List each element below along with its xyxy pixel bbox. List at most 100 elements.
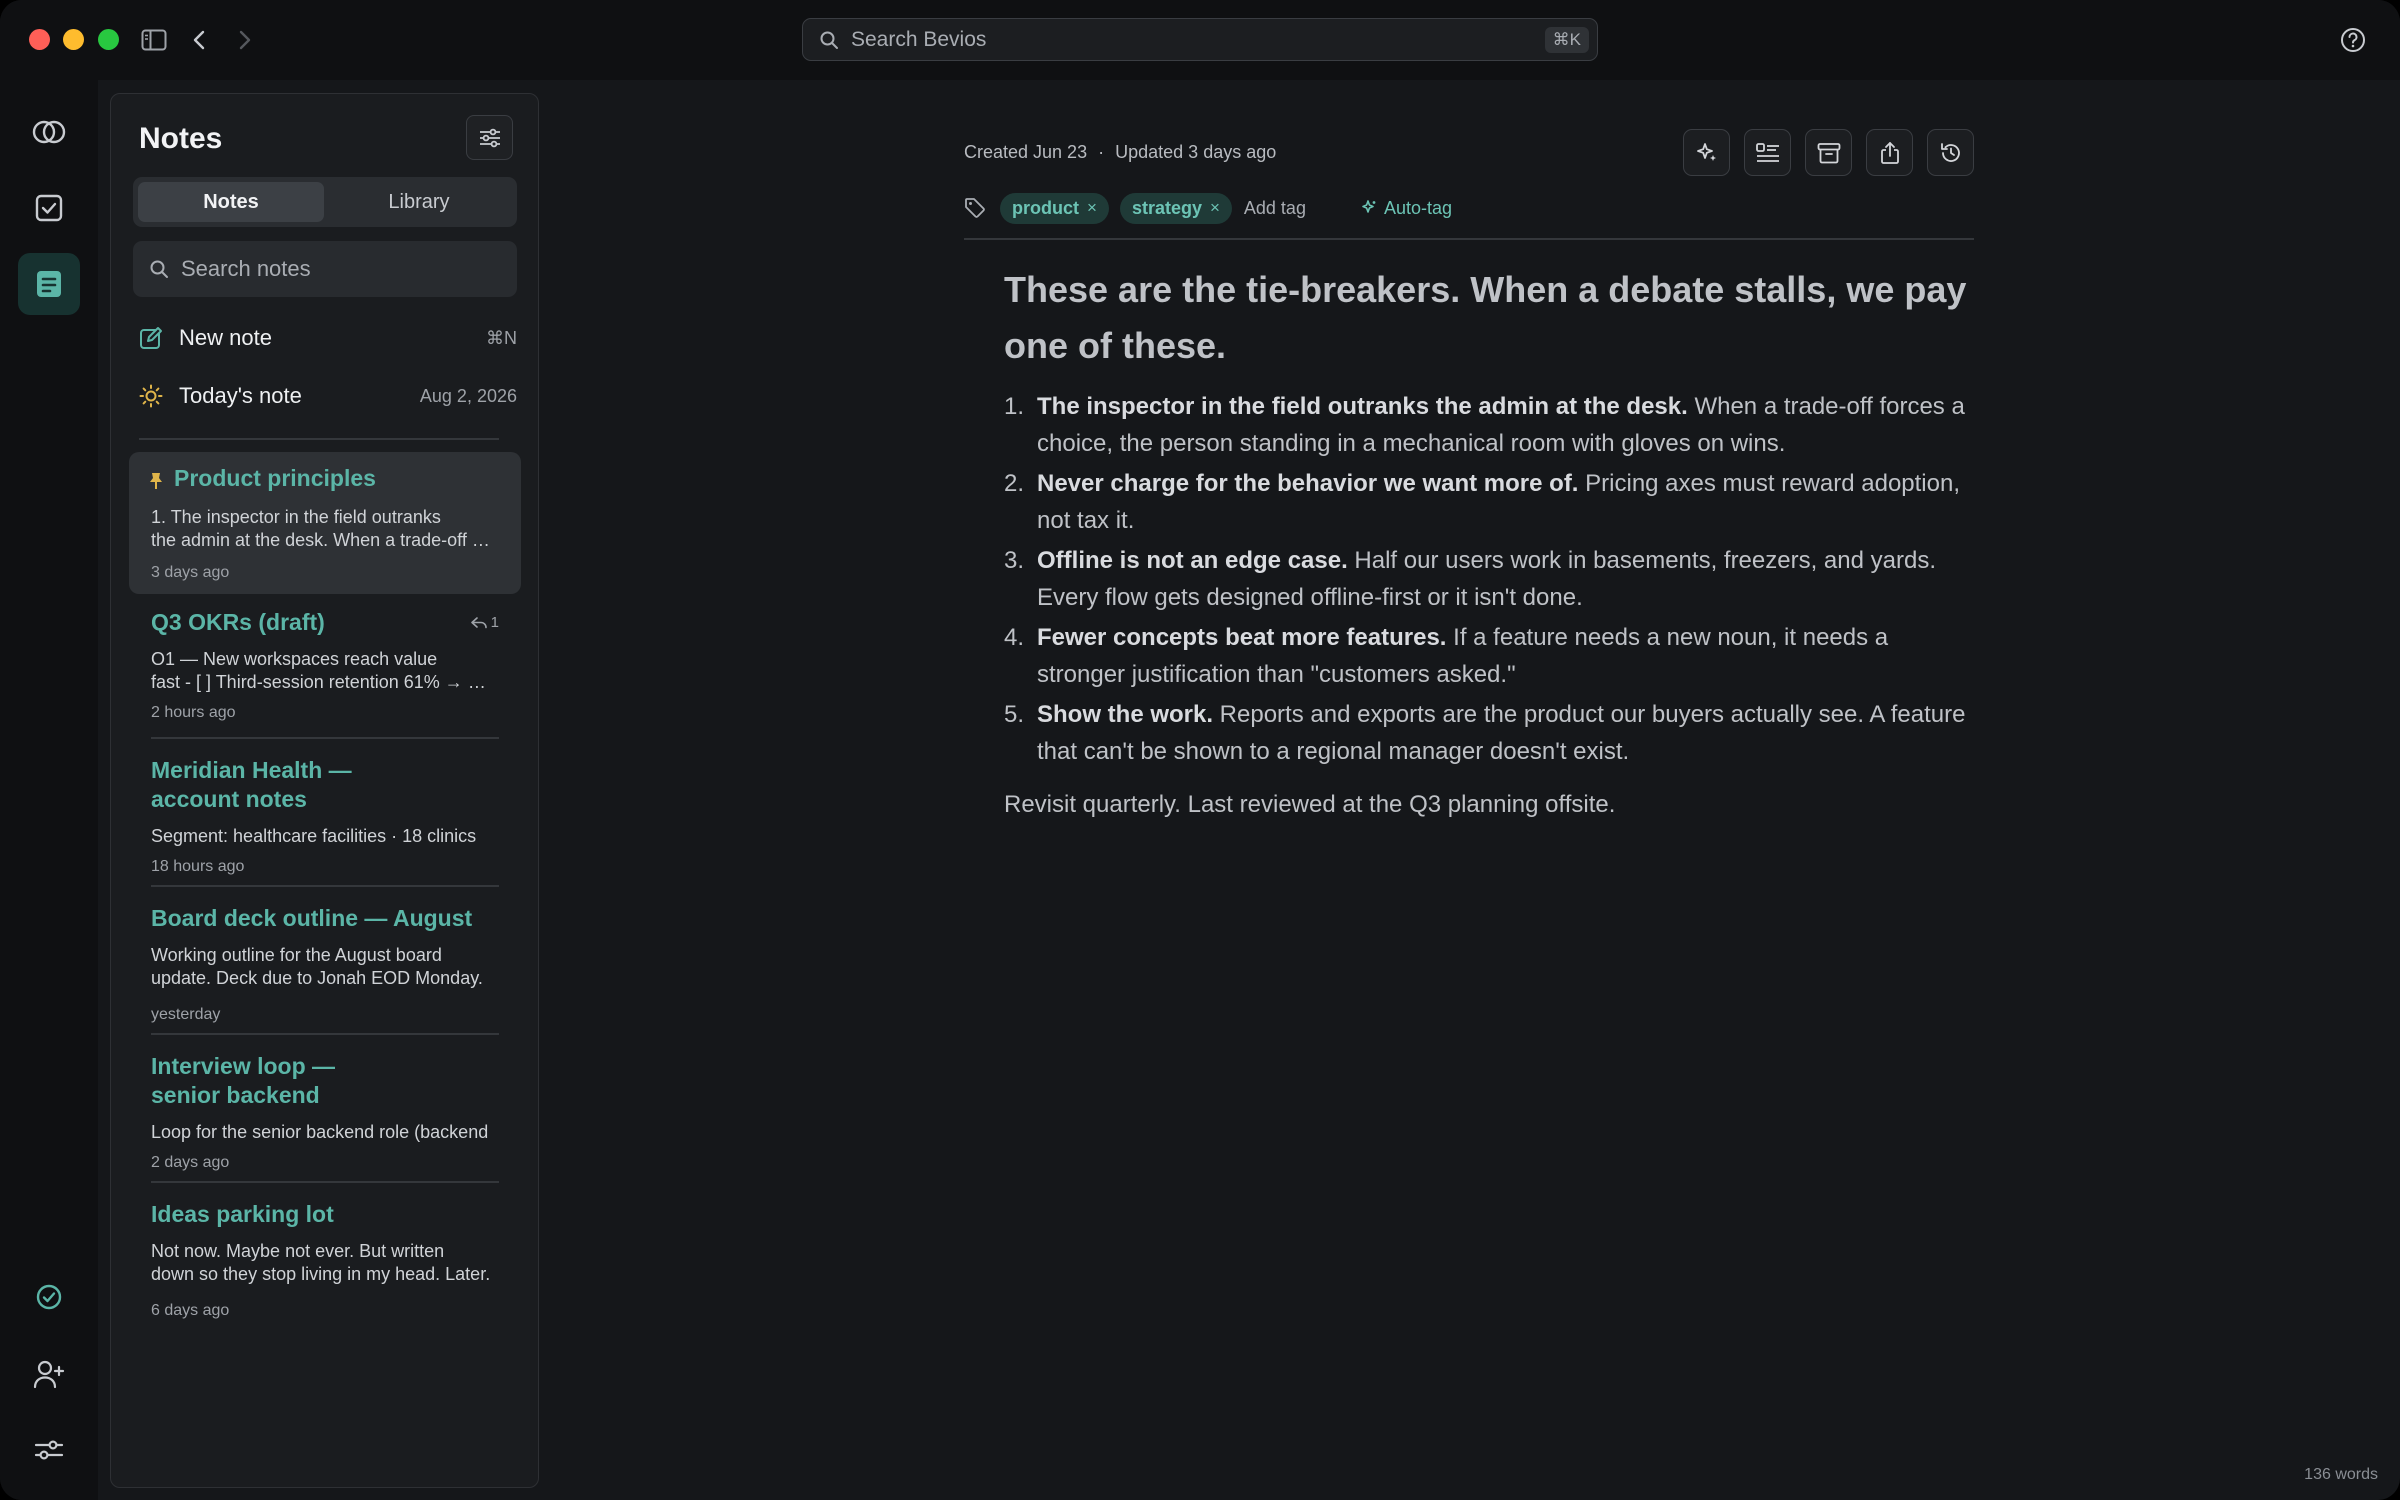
remove-tag-button[interactable]: ×	[1210, 198, 1220, 218]
backlinks-count: 1	[490, 614, 499, 631]
close-window-button[interactable]	[29, 29, 50, 50]
rail-overview-button[interactable]	[18, 101, 80, 163]
remove-tag-button[interactable]: ×	[1087, 198, 1097, 218]
note-title: Board deck outline — August	[151, 905, 473, 931]
forward-button[interactable]	[227, 22, 263, 58]
meta-separator: ·	[1098, 142, 1105, 162]
ai-assist-button[interactable]	[1683, 129, 1730, 176]
sidebar-icon	[141, 29, 167, 51]
note-separator	[151, 885, 499, 887]
help-icon	[2341, 28, 2365, 52]
rail-notes-button[interactable]	[18, 253, 80, 315]
tab-notes[interactable]: Notes	[138, 182, 324, 222]
help-button[interactable]	[2335, 22, 2371, 58]
app-window: Search Bevios ⌘K Notes Notes Library Sea…	[0, 0, 2400, 1500]
new-note-label: New note	[179, 325, 272, 350]
tab-library[interactable]: Library	[326, 182, 512, 222]
global-search-input[interactable]: Search Bevios ⌘K	[802, 18, 1598, 61]
archive-button[interactable]	[1805, 129, 1852, 176]
notes-search-placeholder: Search notes	[181, 256, 311, 281]
ai-sparkle-icon	[1696, 142, 1716, 161]
notes-icon	[37, 271, 61, 297]
note-snippet: Working outline for the August board upd…	[151, 945, 483, 988]
list-item: 1. The inspector in the field outranks th…	[1004, 393, 1965, 457]
note-snippet: O1 — New workspaces reach value fast - […	[151, 649, 493, 692]
note-item-product-principles[interactable]: Product principles 1. The inspector in t…	[129, 452, 521, 594]
note-item-board-deck[interactable]: Board deck outline — August Working outl…	[129, 896, 521, 1038]
rail-status-button[interactable]	[18, 1266, 80, 1328]
note-timestamp: 3 days ago	[151, 564, 230, 581]
list-item: 5. Show the work. Reports and exports are…	[1004, 701, 1966, 765]
note-snippet: Loop for the senior backend role (backen…	[151, 1122, 489, 1142]
tag-strategy[interactable]: strategy ×	[1119, 192, 1232, 224]
chevron-right-icon	[239, 30, 251, 50]
sparkle-icon	[1362, 200, 1376, 213]
note-item-q3-okrs[interactable]: Q3 OKRs (draft) 1 O1 — New workspaces re…	[129, 600, 521, 742]
back-button[interactable]	[181, 22, 217, 58]
reply-icon	[470, 616, 487, 628]
new-note-button[interactable]: New note ⌘N	[139, 318, 517, 358]
rail-tasks-button[interactable]	[18, 177, 80, 239]
note-separator	[151, 1181, 499, 1183]
add-tag-input[interactable]: Add tag	[1244, 198, 1306, 219]
note-separator	[151, 737, 499, 739]
share-button[interactable]	[1866, 129, 1913, 176]
editor-divider	[964, 238, 1974, 240]
rail-invite-button[interactable]	[18, 1343, 80, 1405]
notes-library-toggle: Notes Library	[133, 177, 517, 227]
outline-button[interactable]	[1744, 129, 1791, 176]
list-item: 4. Fewer concepts beat more features. If …	[1004, 624, 1889, 688]
history-icon	[1940, 142, 1960, 162]
updated-date: Updated 3 days ago	[1115, 142, 1277, 162]
tag-label: product	[1012, 197, 1079, 218]
note-metadata: Created Jun 23 · Updated 3 days ago	[964, 142, 1276, 163]
todays-note-button[interactable]: Today's note Aug 2, 2026	[139, 376, 517, 416]
note-item-ideas-parking-lot[interactable]: Ideas parking lot Not now. Maybe not eve…	[129, 1192, 521, 1334]
rail-settings-button[interactable]	[18, 1419, 80, 1481]
notes-filter-button[interactable]	[466, 115, 513, 160]
app-rail	[0, 80, 98, 1500]
note-separator	[151, 1033, 499, 1035]
panel-divider	[139, 438, 499, 440]
tag-icon	[965, 198, 985, 218]
zoom-window-button[interactable]	[98, 29, 119, 50]
todays-note-label: Today's note	[179, 383, 302, 408]
tag-product[interactable]: product ×	[1000, 192, 1109, 224]
search-icon	[150, 260, 168, 278]
note-timestamp: 2 days ago	[151, 1154, 230, 1171]
created-date: Created Jun 23	[964, 142, 1088, 162]
notes-search-input[interactable]: Search notes	[133, 241, 517, 297]
note-timestamp: 6 days ago	[151, 1302, 230, 1319]
toggle-sidebar-button[interactable]	[136, 22, 172, 58]
new-note-shortcut: ⌘N	[486, 327, 517, 348]
auto-tag-button[interactable]: Auto-tag	[1360, 198, 1452, 219]
pin-icon	[150, 473, 162, 489]
overview-icon	[32, 120, 66, 144]
note-footer-paragraph: Revisit quarterly. Last reviewed at the …	[1004, 791, 1616, 818]
search-shortcut-badge: ⌘K	[1544, 26, 1589, 53]
history-button[interactable]	[1927, 129, 1974, 176]
note-heading: These are the tie-breakers. When a debat…	[1004, 269, 1967, 366]
tag-label: strategy	[1131, 197, 1202, 218]
status-check-icon	[36, 1284, 62, 1310]
tasks-icon	[35, 194, 63, 222]
auto-tag-label: Auto-tag	[1383, 197, 1453, 218]
add-person-icon	[33, 1360, 65, 1389]
word-count: 136 words	[2304, 1466, 2378, 1483]
note-snippet: 1. The inspector in the field outranks t…	[151, 507, 493, 550]
note-title: Q3 OKRs (draft)	[151, 609, 325, 635]
tag-bar: product × strategy × Add tag Auto-tag	[964, 190, 1452, 226]
note-item-meridian-health[interactable]: Meridian Health — account notes Segment:…	[129, 748, 521, 890]
title-bar: Search Bevios ⌘K	[0, 0, 2400, 80]
list-item: 2. Never charge for the behavior we want …	[1004, 470, 1960, 534]
note-timestamp: 18 hours ago	[151, 858, 245, 875]
note-title: Ideas parking lot	[151, 1201, 334, 1227]
outline-icon	[1755, 142, 1779, 162]
list-item: 3. Offline is not an edge case. Half our …	[1004, 547, 1936, 611]
share-icon	[1880, 141, 1899, 164]
note-body[interactable]: These are the tie-breakers. When a debat…	[1004, 262, 1974, 823]
note-item-interview-loop[interactable]: Interview loop — senior backend Loop for…	[129, 1044, 521, 1186]
minimize-window-button[interactable]	[63, 29, 84, 50]
compose-icon	[140, 327, 162, 349]
note-snippet: Segment: healthcare facilities · 18 clin…	[151, 826, 477, 846]
